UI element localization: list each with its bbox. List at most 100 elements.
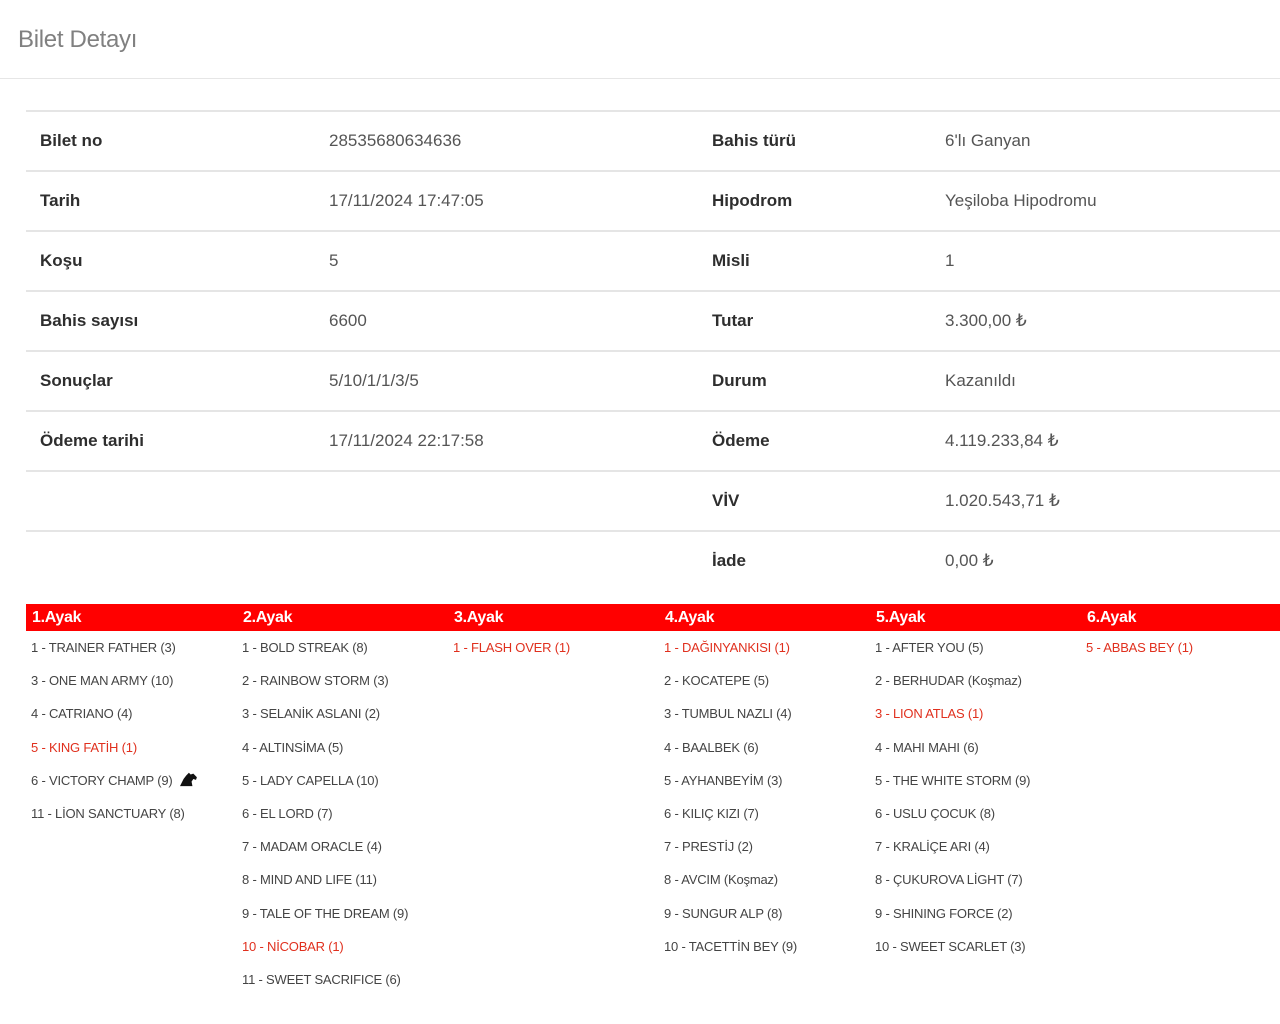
detail-value: 3.300,00 ₺	[945, 290, 1280, 351]
detail-value: 4.119.233,84 ₺	[945, 410, 1280, 471]
horse-label: 4 - CATRIANO (4)	[31, 706, 133, 722]
horse-label: 6 - KILIÇ KIZI (7)	[664, 805, 759, 821]
horse-label: 10 - NİCOBAR (1)	[242, 938, 344, 954]
legs-section: 1.Ayak 2.Ayak 3.Ayak 4.Ayak 5.Ayak 6.Ayak 1 -…	[26, 604, 1280, 1002]
horse-label: 11 - SWEET SACRIFICE (6)	[242, 971, 401, 987]
detail-label: Tarih	[26, 170, 314, 231]
horse-item: 9 - SUNGUR ALP (8)	[664, 903, 870, 936]
horse-label: 4 - MAHI MAHI (6)	[875, 739, 979, 755]
horse-item: 7 - MADAM ORACLE (4)	[242, 836, 448, 869]
horse-label: 5 - LADY CAPELLA (10)	[242, 772, 379, 788]
horse-item: 4 - MAHI MAHI (6)	[875, 737, 1081, 770]
leg-column: 1 - TRAINER FATHER (3) 3 - ONE MAN ARMY (…	[26, 637, 237, 1002]
detail-label: Bahis türü	[712, 110, 945, 171]
horse-item: 3 - ONE MAN ARMY (10)	[31, 670, 237, 703]
horse-item: 8 - MIND AND LIFE (11)	[242, 869, 448, 902]
detail-value: 1	[945, 230, 1280, 291]
horse-label: 1 - FLASH OVER (1)	[453, 640, 571, 655]
detail-label: Tutar	[712, 290, 945, 351]
horse-label: 1 - BOLD STREAK (8)	[242, 640, 368, 655]
horse-item: 7 - PRESTİJ (2)	[664, 836, 870, 869]
detail-row: Koşu 5 Misli 1	[26, 230, 1280, 291]
winning-horse-item: 10 - NİCOBAR (1)	[242, 936, 448, 969]
winning-horse-item: 5 - ABBAS BEY (1)	[1086, 637, 1280, 670]
detail-label	[26, 530, 314, 590]
detail-label: Hipodrom	[712, 170, 945, 231]
horse-item: 1 - AFTER YOU (5)	[875, 637, 1081, 670]
horse-label: 2 - BERHUDAR (Koşmaz)	[875, 673, 1022, 689]
detail-row: Tarih 17/11/2024 17:47:05 Hipodrom Yeşiloba…	[26, 170, 1280, 231]
horse-label: 5 - KING FATİH (1)	[31, 739, 137, 755]
leg-column: 1 - BOLD STREAK (8) 2 - RAINBOW STORM (3)…	[237, 637, 448, 1002]
detail-value: 6'lı Ganyan	[945, 110, 1280, 171]
detail-label	[26, 470, 314, 531]
horse-label: 7 - PRESTİJ (2)	[664, 839, 753, 855]
horse-item: 3 - TUMBUL NAZLI (4)	[664, 703, 870, 736]
detail-row: VİV 1.020.543,71 ₺	[26, 470, 1280, 531]
horse-item: 6 - VICTORY CHAMP (9)	[31, 770, 237, 803]
detail-value	[314, 470, 712, 531]
horse-label: 9 - SHINING FORCE (2)	[875, 905, 1013, 921]
winning-horse-item: 1 - FLASH OVER (1)	[453, 637, 659, 670]
horse-item: 6 - KILIÇ KIZI (7)	[664, 803, 870, 836]
horse-label: 3 - ONE MAN ARMY (10)	[31, 673, 174, 689]
winning-horse-item: 5 - KING FATİH (1)	[31, 737, 237, 770]
horse-label: 3 - SELANİK ASLANI (2)	[242, 706, 380, 722]
detail-label: Bahis sayısı	[26, 290, 314, 351]
leg-header: 5.Ayak	[876, 609, 926, 626]
horse-label: 8 - MIND AND LIFE (11)	[242, 872, 377, 888]
detail-label: Koşu	[26, 230, 314, 291]
horse-item: 6 - USLU ÇOCUK (8)	[875, 803, 1081, 836]
horse-item: 1 - BOLD STREAK (8)	[242, 637, 448, 670]
horse-label: 1 - AFTER YOU (5)	[875, 640, 984, 655]
horse-label: 3 - TUMBUL NAZLI (4)	[664, 706, 792, 722]
horse-item: 4 - BAALBEK (6)	[664, 737, 870, 770]
horse-item: 6 - EL LORD (7)	[242, 803, 448, 836]
horse-item: 4 - ALTINSİMA (5)	[242, 737, 448, 770]
horse-item: 3 - SELANİK ASLANI (2)	[242, 703, 448, 736]
detail-value: 28535680634636	[314, 110, 712, 171]
horse-label: 1 - DAĞINYANKISI (1)	[664, 640, 790, 655]
leg-column: 1 - FLASH OVER (1)	[448, 637, 659, 1002]
detail-label: Misli	[712, 230, 945, 291]
horse-label: 5 - AYHANBEYİM (3)	[664, 772, 783, 788]
detail-value: 1.020.543,71 ₺	[945, 470, 1280, 531]
horse-label: 3 - LION ATLAS (1)	[875, 706, 984, 722]
horse-label: 5 - THE WHITE STORM (9)	[875, 772, 1031, 788]
ticket-detail-page: Bilet Detayı Bilet no 28535680634636 Bahis…	[0, 0, 1280, 1024]
detail-label: İade	[712, 530, 945, 590]
leg-header: 3.Ayak	[454, 609, 504, 626]
horse-item: 7 - KRALİÇE ARI (4)	[875, 836, 1081, 869]
horse-item: 10 - SWEET SCARLET (3)	[875, 936, 1081, 969]
horse-label: 9 - TALE OF THE DREAM (9)	[242, 905, 409, 921]
page-header: Bilet Detayı	[0, 0, 1280, 79]
horse-item: 8 - ÇUKUROVA LİGHT (7)	[875, 869, 1081, 902]
detail-row: Sonuçlar 5/10/1/1/3/5 Durum Kazanıldı	[26, 350, 1280, 411]
detail-label: Durum	[712, 350, 945, 411]
detail-value: 17/11/2024 17:47:05	[314, 170, 712, 231]
horse-item: 10 - TACETTİN BEY (9)	[664, 936, 870, 969]
horse-label: 2 - KOCATEPE (5)	[664, 673, 769, 689]
horse-label: 11 - LİON SANCTUARY (8)	[31, 805, 185, 821]
horse-item: 11 - SWEET SACRIFICE (6)	[242, 969, 448, 1002]
detail-label: Ödeme tarihi	[26, 410, 314, 471]
leg-column: 5 - ABBAS BEY (1)	[1081, 637, 1280, 1002]
horse-label: 2 - RAINBOW STORM (3)	[242, 673, 389, 689]
horse-label: 7 - KRALİÇE ARI (4)	[875, 839, 990, 855]
horse-label: 4 - ALTINSİMA (5)	[242, 739, 344, 755]
detail-label: Ödeme	[712, 410, 945, 471]
horse-label: 4 - BAALBEK (6)	[664, 739, 759, 755]
horse-label: 8 - ÇUKUROVA LİGHT (7)	[875, 872, 1023, 888]
detail-value: 6600	[314, 290, 712, 351]
detail-label: Bilet no	[26, 110, 314, 171]
horse-item: 5 - AYHANBEYİM (3)	[664, 770, 870, 803]
detail-value: 17/11/2024 22:17:58	[314, 410, 712, 471]
detail-value	[314, 530, 712, 590]
horse-item: 2 - KOCATEPE (5)	[664, 670, 870, 703]
horse-label: 5 - ABBAS BEY (1)	[1086, 640, 1193, 655]
horse-item: 9 - TALE OF THE DREAM (9)	[242, 903, 448, 936]
page-title: Bilet Detayı	[18, 26, 138, 53]
leg-column: 1 - AFTER YOU (5) 2 - BERHUDAR (Koşmaz) 3 …	[870, 637, 1081, 1002]
detail-row: İade 0,00 ₺	[26, 530, 1280, 590]
leg-header: 4.Ayak	[665, 609, 715, 626]
